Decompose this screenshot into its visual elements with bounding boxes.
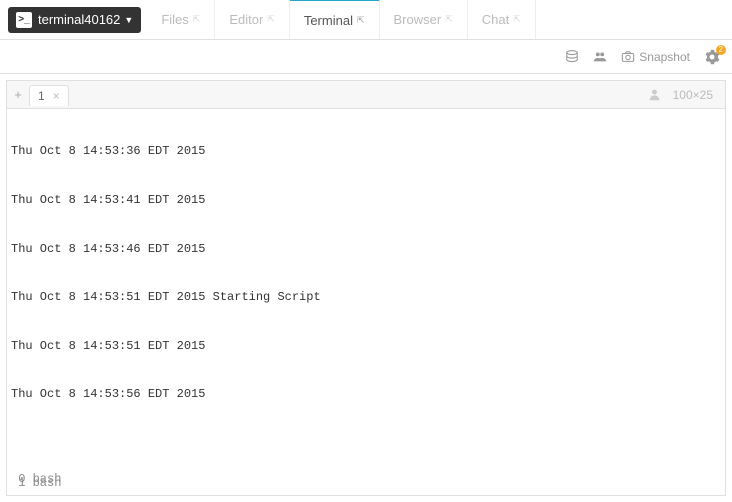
add-tab-button[interactable]: +	[7, 87, 29, 102]
tab-browser-label: Browser	[394, 12, 442, 27]
caret-down-icon: ▼	[124, 15, 133, 25]
database-button[interactable]	[565, 50, 579, 64]
term-line: Thu Oct 8 14:53:36 EDT 2015	[11, 143, 721, 159]
terminal-info: 100×25	[636, 88, 725, 102]
tab-files-label: Files	[161, 12, 188, 27]
terminal-tab-1[interactable]: 1 ×	[29, 85, 69, 106]
term-line: Thu Oct 8 14:53:56 EDT 2015	[11, 386, 721, 402]
database-icon	[565, 50, 579, 64]
project-selector[interactable]: >_ terminal40162 ▼	[8, 7, 141, 33]
user-icon	[648, 88, 661, 101]
main-tabs: Files ⇱ Editor ⇱ Terminal ⇱ Browser ⇱ Ch…	[147, 0, 732, 39]
popout-icon: ⇱	[513, 14, 521, 25]
terminal-icon: >_	[16, 12, 32, 28]
popout-icon: ⇱	[357, 15, 365, 26]
tab-editor-label: Editor	[229, 12, 263, 27]
camera-icon	[621, 50, 635, 64]
term-line: Thu Oct 8 14:53:41 EDT 2015	[11, 192, 721, 208]
tab-terminal[interactable]: Terminal ⇱	[290, 0, 380, 39]
terminal-tabs: + 1 × 100×25	[6, 80, 726, 108]
content: + 1 × 100×25 Thu Oct 8 14:53:36 EDT 2015…	[0, 74, 732, 502]
users-button[interactable]	[593, 50, 607, 64]
terminal-dimensions: 100×25	[673, 88, 713, 102]
toolbar: Snapshot 2	[0, 40, 732, 74]
top-bar: >_ terminal40162 ▼ Files ⇱ Editor ⇱ Term…	[0, 0, 732, 40]
tab-chat-label: Chat	[482, 12, 509, 27]
snapshot-button[interactable]: Snapshot	[621, 50, 690, 64]
term-line: Thu Oct 8 14:53:51 EDT 2015 Starting Scr…	[11, 289, 721, 305]
popout-icon: ⇱	[193, 14, 201, 25]
settings-button[interactable]: 2	[704, 49, 720, 65]
term-bottom-status: 1 bash	[11, 475, 61, 491]
tab-terminal-label: Terminal	[304, 13, 353, 28]
tab-browser[interactable]: Browser ⇱	[380, 0, 468, 39]
snapshot-label: Snapshot	[639, 50, 690, 64]
popout-icon: ⇱	[445, 14, 453, 25]
users-icon	[593, 50, 607, 64]
tab-editor[interactable]: Editor ⇱	[215, 0, 290, 39]
popout-icon: ⇱	[267, 14, 275, 25]
tab-chat[interactable]: Chat ⇱	[468, 0, 536, 39]
terminal-output[interactable]: Thu Oct 8 14:53:36 EDT 2015 Thu Oct 8 14…	[6, 108, 726, 496]
terminal-tab-label: 1	[38, 89, 45, 103]
term-status: 0 bash	[11, 471, 721, 487]
tab-files[interactable]: Files ⇱	[147, 0, 215, 39]
settings-badge: 2	[716, 45, 726, 55]
term-line: Thu Oct 8 14:53:51 EDT 2015	[11, 338, 721, 354]
project-name: terminal40162	[38, 12, 120, 27]
close-icon[interactable]: ×	[53, 89, 60, 103]
term-line: Thu Oct 8 14:53:46 EDT 2015	[11, 241, 721, 257]
